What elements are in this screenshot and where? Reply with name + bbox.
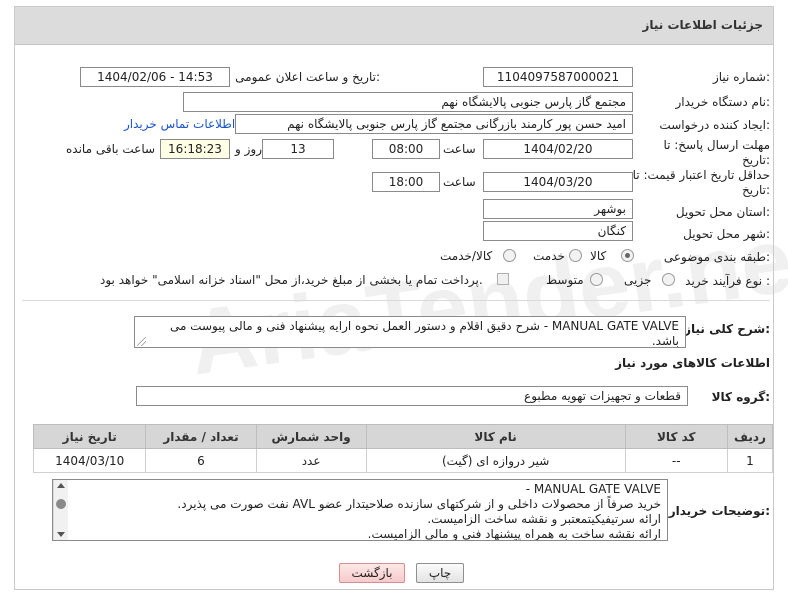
divider bbox=[22, 300, 770, 301]
validity-label: حداقل تاریخ اعتبار قیمت: تا تاریخ: bbox=[632, 168, 770, 197]
goods-group-label: گروه کالا: bbox=[711, 390, 770, 404]
cell-code: -- bbox=[624, 448, 728, 473]
creator-label: ایجاد کننده درخواست: bbox=[659, 118, 770, 132]
validity-time-label: ساعت bbox=[443, 175, 476, 189]
col-unit: واحد شمارش bbox=[255, 424, 367, 449]
days-label: روز و bbox=[235, 142, 262, 156]
col-qty: تعداد / مقدار bbox=[145, 424, 257, 449]
process-radio-medium[interactable] bbox=[590, 273, 603, 286]
cell-date: 1404/03/10 bbox=[32, 448, 147, 473]
buyer-org-field: مجتمع گاز پارس جنوبی پالایشگاه نهم bbox=[183, 92, 633, 112]
buyer-contact-link[interactable]: اطلاعات تماس خریدار bbox=[124, 117, 235, 131]
description-text: MANUAL GATE VALVE - شرح دقیق اقلام و دست… bbox=[169, 319, 679, 348]
deadline-time-field: 08:00 bbox=[372, 139, 440, 159]
need-number-label: شماره نیاز: bbox=[712, 70, 770, 84]
validity-date-field: 1404/03/20 bbox=[483, 172, 633, 192]
cell-unit: عدد bbox=[255, 448, 367, 473]
print-button[interactable]: چاپ bbox=[416, 563, 464, 583]
treasury-payment-checkbox[interactable] bbox=[497, 273, 509, 285]
cell-name: شیر دروازه ای (گیت) bbox=[365, 448, 626, 473]
category-radio-goods[interactable] bbox=[621, 249, 634, 262]
notes-line-2: خرید صرفاً از محصولات داخلی و از شرکتهای… bbox=[177, 497, 661, 511]
process-radio-minor[interactable] bbox=[662, 273, 675, 286]
deadline-time-label: ساعت bbox=[443, 142, 476, 156]
category-label: طبقه بندی موضوعی: bbox=[663, 250, 770, 264]
process-option-medium: متوسط bbox=[546, 273, 584, 287]
col-date: تاریخ نیاز bbox=[32, 424, 147, 449]
notes-line-3: ارائه سرتیفیکیتمعتبر و نقشه ساخت الزامیس… bbox=[427, 512, 661, 526]
goods-table: ردیف کد کالا نام کالا واحد شمارش تعداد /… bbox=[32, 424, 774, 473]
category-radio-both[interactable] bbox=[503, 249, 516, 262]
goods-table-header: ردیف کد کالا نام کالا واحد شمارش تعداد /… bbox=[32, 424, 774, 449]
cell-row: 1 bbox=[726, 448, 774, 473]
validity-time-field: 18:00 bbox=[372, 172, 440, 192]
resize-grip-icon[interactable] bbox=[137, 337, 146, 346]
buyer-notes-label: توضیحات خریدار: bbox=[668, 504, 770, 518]
description-label: شرح کلی نیاز: bbox=[684, 322, 770, 336]
notes-line-4: ارائه نقشه ساخت به همراه پیشنهاد فنی و م… bbox=[367, 527, 661, 541]
buyer-notes-textarea[interactable]: MANUAL GATE VALVE - خرید صرفاً از محصولا… bbox=[52, 479, 668, 541]
deadline-date-field: 1404/02/20 bbox=[483, 139, 633, 159]
panel-header: جزئیات اطلاعات نیاز bbox=[15, 7, 773, 45]
process-option-minor: جزیی bbox=[624, 273, 652, 287]
description-textarea[interactable]: MANUAL GATE VALVE - شرح دقیق اقلام و دست… bbox=[134, 316, 686, 348]
table-row[interactable]: 1 -- شیر دروازه ای (گیت) عدد 6 1404/03/1… bbox=[32, 448, 774, 473]
announce-field: 1404/02/06 - 14:53 bbox=[80, 67, 230, 87]
city-field: کنگان bbox=[483, 221, 633, 241]
back-button[interactable]: بازگشت bbox=[339, 563, 405, 583]
notes-scrollbar[interactable] bbox=[53, 480, 68, 540]
goods-group-field: قطعات و تجهیزات تهویه مطبوع bbox=[136, 386, 688, 406]
cell-qty: 6 bbox=[145, 448, 257, 473]
buyer-org-label: نام دستگاه خریدار: bbox=[675, 95, 771, 109]
scroll-up-icon[interactable] bbox=[57, 483, 65, 488]
payment-note: پرداخت تمام یا بخشی از مبلغ خرید،از محل … bbox=[100, 273, 483, 287]
days-field: 13 bbox=[262, 139, 334, 159]
remaining-time-field: 16:18:23 bbox=[160, 139, 230, 159]
province-label: استان محل تحویل: bbox=[675, 205, 770, 219]
col-name: نام کالا bbox=[365, 424, 626, 449]
need-number-field: 1104097587000021 bbox=[483, 67, 633, 87]
goods-section-title: اطلاعات کالاهای مورد نیاز bbox=[615, 356, 770, 370]
deadline-label: مهلت ارسال پاسخ: تا تاریخ: bbox=[663, 138, 770, 167]
scroll-thumb[interactable] bbox=[56, 499, 66, 509]
category-option-both: کالا/خدمت bbox=[440, 249, 493, 263]
page-title: جزئیات اطلاعات نیاز bbox=[642, 18, 763, 32]
process-label: نوع فرآیند خرید : bbox=[685, 274, 770, 288]
col-code: کد کالا bbox=[624, 424, 728, 449]
notes-line-1: MANUAL GATE VALVE - bbox=[525, 482, 661, 496]
province-field: بوشهر bbox=[483, 199, 633, 219]
city-label: شهر محل تحویل: bbox=[683, 227, 770, 241]
remaining-label: ساعت باقی مانده bbox=[66, 142, 156, 156]
col-row: ردیف bbox=[726, 424, 774, 449]
creator-field: امید حسن پور کارمند بازرگانی مجتمع گاز پ… bbox=[235, 114, 633, 134]
category-option-goods: کالا bbox=[590, 249, 607, 263]
announce-label: تاریخ و ساعت اعلان عمومی: bbox=[235, 70, 380, 84]
scroll-down-icon[interactable] bbox=[57, 532, 65, 537]
category-option-service: خدمت bbox=[533, 249, 565, 263]
category-radio-service[interactable] bbox=[569, 249, 582, 262]
